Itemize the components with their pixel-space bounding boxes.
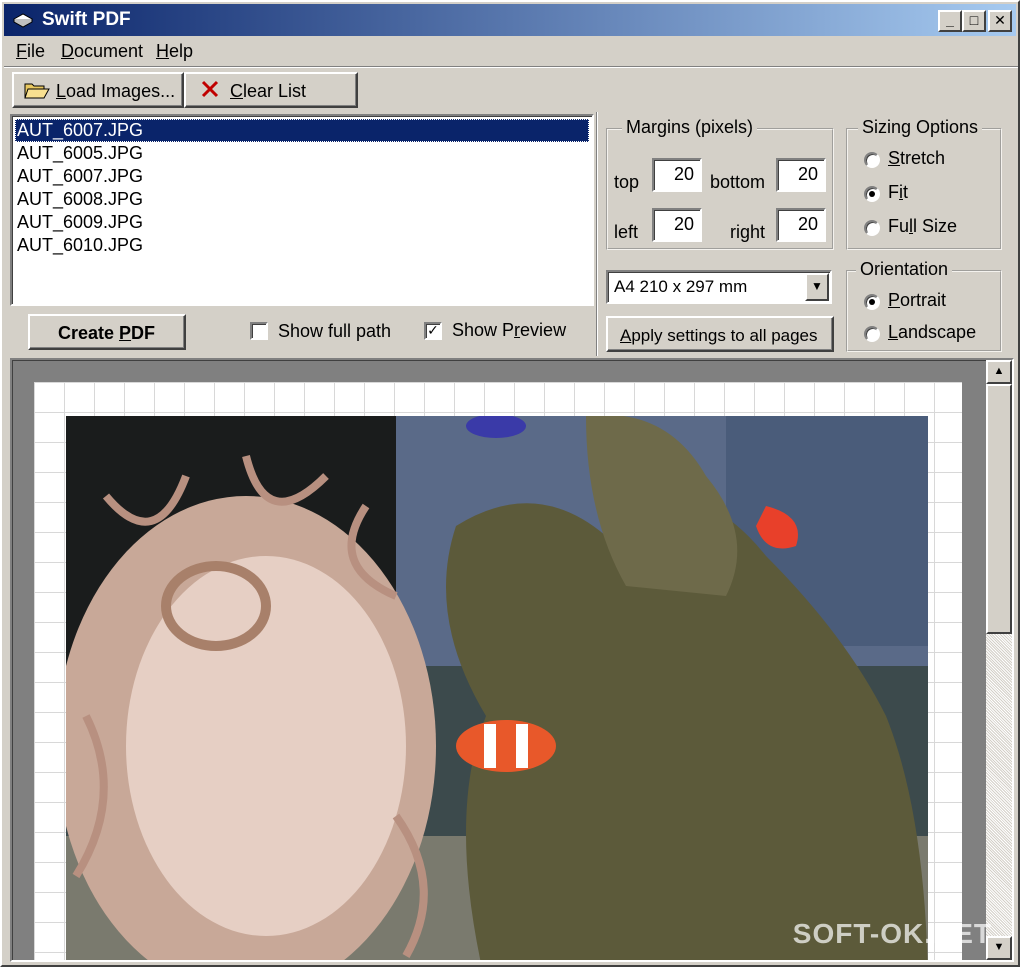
vertical-scrollbar[interactable]: ▲ ▼ xyxy=(986,360,1012,960)
sizing-options-group: Sizing Options Stretch Fit Full Size xyxy=(846,117,1002,250)
full-size-label: Full Size xyxy=(888,216,958,236)
menu-file[interactable]: File xyxy=(16,41,45,62)
app-window: Swift PDF _ □ ✕ File Document Help Load … xyxy=(0,0,1020,967)
close-button[interactable]: ✕ xyxy=(988,10,1012,32)
dropdown-arrow-icon[interactable]: ▼ xyxy=(805,273,829,301)
show-preview-label: Show Preview xyxy=(452,320,567,340)
window-title: Swift PDF xyxy=(42,9,131,30)
margins-legend: Margins (pixels) xyxy=(622,117,758,138)
menu-file-mnemonic: F xyxy=(16,41,27,61)
app-icon xyxy=(12,13,34,28)
orientation-legend: Orientation xyxy=(856,259,953,280)
maximize-button[interactable]: □ xyxy=(962,10,986,32)
margin-bottom-label: bottom xyxy=(710,172,766,192)
load-images-label: Load Images... xyxy=(56,81,176,101)
menu-help-label: elp xyxy=(169,41,194,61)
minimize-button[interactable]: _ xyxy=(938,10,962,32)
show-preview-checkbox[interactable]: ✓ xyxy=(424,322,442,340)
margin-bottom-input[interactable]: 20 xyxy=(776,158,826,192)
full-size-radio[interactable] xyxy=(864,220,880,236)
clear-list-button[interactable]: Clear List xyxy=(184,72,358,108)
preview-pane[interactable]: ▲ ▼ SOFT-OK.NET xyxy=(10,358,1014,962)
scroll-up-icon[interactable]: ▲ xyxy=(986,360,1012,384)
portrait-radio[interactable] xyxy=(864,294,880,310)
file-list-item[interactable]: AUT_6007.JPG xyxy=(15,119,589,142)
margin-top-input[interactable]: 20 xyxy=(652,158,702,192)
stretch-label: Stretch xyxy=(888,148,946,168)
sizing-options-legend: Sizing Options xyxy=(858,117,983,138)
menu-document-label: ocument xyxy=(74,41,144,61)
menu-document-mnemonic: D xyxy=(61,41,74,61)
margin-left-label: left xyxy=(614,222,639,242)
preview-page xyxy=(34,382,962,960)
margins-group: Margins (pixels) top 20 bottom 20 left 2… xyxy=(606,117,834,250)
file-list-item[interactable]: AUT_6010.JPG xyxy=(15,234,589,257)
margin-left-input[interactable]: 20 xyxy=(652,208,702,242)
landscape-label: Landscape xyxy=(888,322,977,342)
file-list[interactable]: AUT_6007.JPG AUT_6005.JPG AUT_6007.JPG A… xyxy=(10,114,594,306)
margin-right-input[interactable]: 20 xyxy=(776,208,826,242)
fit-label: Fit xyxy=(888,182,909,202)
create-pdf-label: Create PDF xyxy=(58,323,156,343)
orientation-group: Orientation Portrait Landscape xyxy=(846,259,1002,352)
page-size-value: A4 210 x 297 mm xyxy=(614,277,748,296)
title-bar[interactable]: Swift PDF _ □ ✕ xyxy=(4,4,1016,36)
create-pdf-button[interactable]: Create PDF xyxy=(28,314,186,350)
red-x-icon xyxy=(201,80,219,98)
load-images-button[interactable]: Load Images... xyxy=(12,72,184,108)
menu-document[interactable]: Document xyxy=(61,41,143,62)
preview-photo xyxy=(66,416,928,960)
page-size-select[interactable]: A4 210 x 297 mm ▼ xyxy=(606,270,832,304)
apply-settings-label: Apply settings to all pages xyxy=(620,326,818,345)
portrait-label: Portrait xyxy=(888,290,947,310)
landscape-radio[interactable] xyxy=(864,326,880,342)
fit-radio-dot xyxy=(869,191,875,197)
file-list-item[interactable]: AUT_6005.JPG xyxy=(15,142,589,165)
file-list-item[interactable]: AUT_6008.JPG xyxy=(15,188,589,211)
margin-top-label: top xyxy=(614,172,640,192)
menu-file-label: ile xyxy=(27,41,46,61)
menu-bar: File Document Help xyxy=(6,38,1016,66)
show-full-path-checkbox[interactable] xyxy=(250,322,268,340)
apply-settings-button[interactable]: Apply settings to all pages xyxy=(606,316,834,352)
margin-right-label: right xyxy=(730,222,766,242)
panel-divider xyxy=(596,112,598,356)
scroll-thumb[interactable] xyxy=(986,384,1012,634)
toolbar-separator xyxy=(4,66,1018,68)
watermark: SOFT-OK.NET xyxy=(792,918,992,949)
file-list-item[interactable]: AUT_6009.JPG xyxy=(15,211,589,234)
file-list-item[interactable]: AUT_6007.JPG xyxy=(15,165,589,188)
fit-radio[interactable] xyxy=(864,186,880,202)
menu-help-mnemonic: H xyxy=(156,41,169,61)
show-full-path-label: Show full path xyxy=(278,321,392,341)
stretch-radio[interactable] xyxy=(864,152,880,168)
portrait-radio-dot xyxy=(869,299,875,305)
folder-open-icon xyxy=(24,83,50,99)
menu-help[interactable]: Help xyxy=(156,41,193,62)
clear-list-label: Clear List xyxy=(230,81,307,101)
